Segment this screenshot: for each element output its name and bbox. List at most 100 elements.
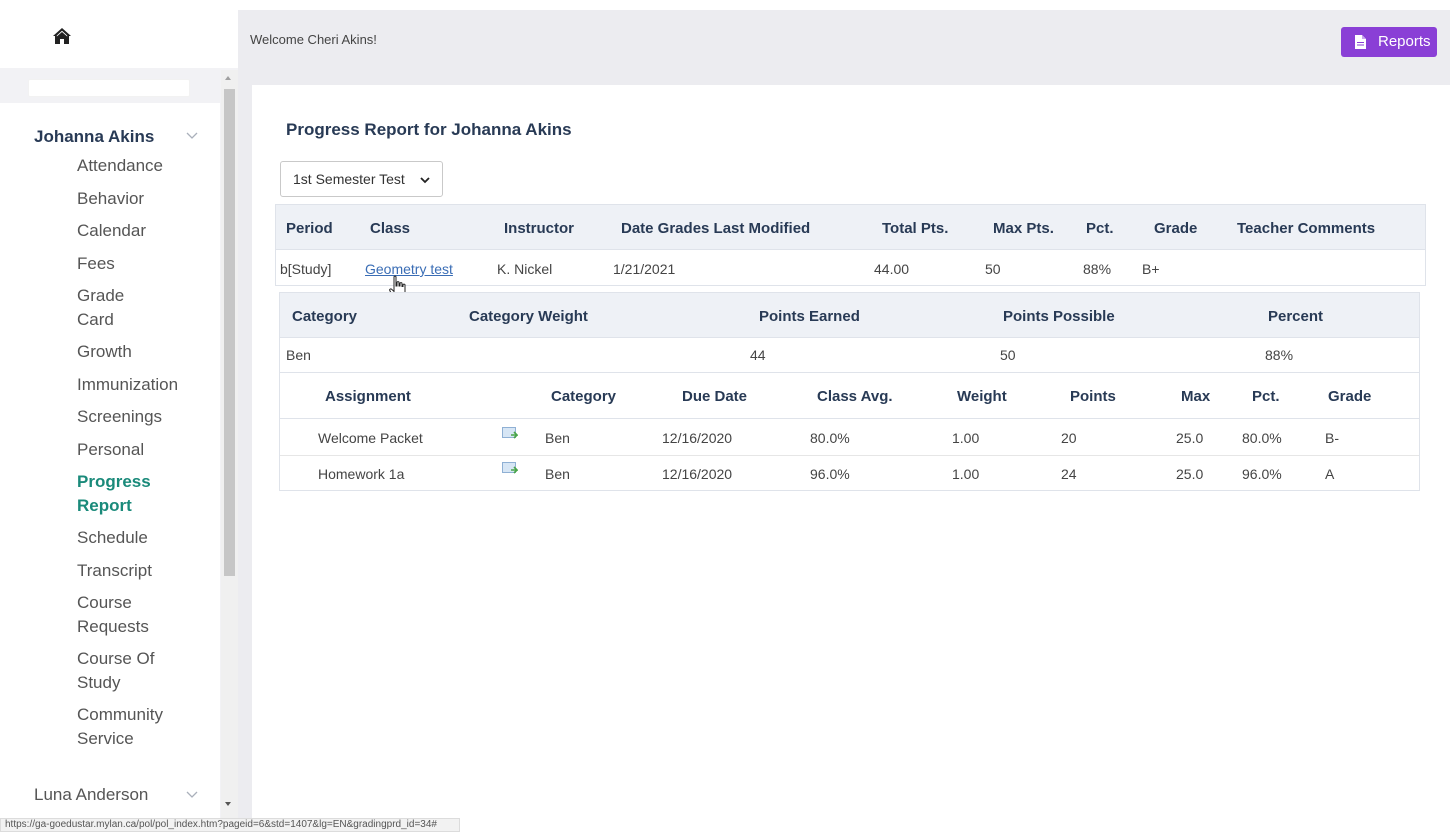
column-header: Period — [286, 220, 333, 237]
column-header: Instructor — [504, 220, 575, 237]
column-header: Points — [1070, 388, 1116, 405]
points-cell: 20 — [1061, 430, 1077, 446]
column-header: Assignment — [325, 388, 411, 405]
sidebar-item-behavior[interactable]: Behavior — [77, 187, 217, 211]
assignment-name-cell: Welcome Packet — [318, 430, 423, 446]
class-avg-cell: 96.0% — [810, 466, 850, 482]
pct-cell: 96.0% — [1242, 466, 1282, 482]
points-cell: 24 — [1061, 466, 1077, 482]
percent-cell: 88% — [1083, 261, 1112, 277]
reports-label: Reports — [1378, 33, 1431, 50]
max-cell: 25.0 — [1176, 466, 1204, 482]
student-name[interactable]: Johanna Akins — [34, 127, 154, 147]
assignment-table: Assignment Category Due Date Class Avg. … — [279, 373, 1420, 491]
note-icon[interactable] — [502, 427, 518, 441]
term-select[interactable]: 1st Semester Test — [280, 161, 443, 197]
grade-cell: B+ — [1142, 261, 1160, 277]
column-header: Points Earned — [759, 308, 860, 325]
modified-date-cell: 1/21/2021 — [613, 261, 676, 277]
max-cell: 25.0 — [1176, 430, 1204, 446]
points-earned-cell: 44 — [750, 347, 766, 363]
pct-cell: 80.0% — [1242, 430, 1282, 446]
assignment-name-cell: Homework 1a — [318, 466, 405, 482]
chevron-down-icon[interactable] — [186, 132, 198, 140]
top-header: Welcome Cheri Akins! Reports — [238, 10, 1450, 68]
category-table: Category Category Weight Points Earned P… — [279, 292, 1420, 373]
sidebar-item-calendar[interactable]: Calendar — [77, 219, 217, 243]
document-icon — [1355, 35, 1366, 49]
scroll-down-arrow-icon[interactable] — [225, 802, 231, 806]
welcome-message: Welcome Cheri Akins! — [250, 32, 377, 47]
reports-button[interactable]: Reports — [1341, 27, 1437, 57]
period-cell: b[Study] — [280, 261, 332, 277]
sidebar-item-schedule[interactable]: Schedule — [77, 526, 217, 550]
column-header: Due Date — [682, 388, 748, 405]
table-row: Homework 1a Ben 12/16/2020 96.0% 1.00 24… — [280, 456, 1419, 492]
sidebar-nav: Attendance Behavior Calendar Fees Grade … — [77, 154, 217, 759]
grade-cell: B- — [1325, 430, 1339, 446]
category-name-cell: Ben — [286, 347, 311, 363]
column-header: Category Weight — [469, 308, 588, 325]
column-header: Class — [370, 220, 411, 237]
sidebar-item-grade-card[interactable]: Grade Card — [77, 284, 137, 331]
scroll-up-arrow-icon[interactable] — [225, 76, 231, 80]
sidebar-scrollbar[interactable] — [221, 70, 238, 820]
class-table-header: Period Class Instructor Date Grades Last… — [276, 205, 1425, 250]
sidebar-item-transcript[interactable]: Transcript — [77, 559, 217, 583]
column-header: Pct. — [1086, 220, 1114, 237]
class-table: Period Class Instructor Date Grades Last… — [275, 204, 1426, 286]
sidebar-item-fees[interactable]: Fees — [77, 252, 217, 276]
weight-cell: 1.00 — [952, 466, 980, 482]
sidebar-item-personal[interactable]: Personal — [77, 438, 217, 462]
total-points-cell: 44.00 — [874, 261, 910, 277]
sidebar-item-immunization[interactable]: Immunization — [77, 373, 217, 397]
chevron-down-icon[interactable] — [186, 791, 198, 799]
other-student-name[interactable]: Luna Anderson — [34, 785, 148, 805]
assignment-table-header: Assignment Category Due Date Class Avg. … — [280, 373, 1419, 419]
max-points-cell: 50 — [985, 261, 1001, 277]
due-date-cell: 12/16/2020 — [662, 430, 733, 446]
column-header: Pct. — [1252, 388, 1280, 405]
weight-cell: 1.00 — [952, 430, 980, 446]
term-select-value: 1st Semester Test — [293, 171, 405, 187]
column-header: Category — [292, 308, 358, 325]
sidebar-item-course-requests[interactable]: Course Requests — [77, 591, 157, 638]
percent-cell: 88% — [1265, 347, 1294, 363]
column-header: Total Pts. — [882, 220, 949, 237]
sidebar-search-input[interactable] — [28, 79, 190, 97]
points-possible-cell: 50 — [1000, 347, 1016, 363]
class-avg-cell: 80.0% — [810, 430, 850, 446]
sidebar-item-community-service[interactable]: Community Service — [77, 703, 187, 750]
table-row: Welcome Packet Ben 12/16/2020 80.0% 1.00… — [280, 420, 1419, 456]
instructor-cell: K. Nickel — [497, 261, 553, 277]
column-header: Percent — [1268, 308, 1324, 325]
class-link[interactable]: Geometry test — [365, 261, 453, 277]
home-icon — [53, 28, 71, 44]
grade-cell: A — [1325, 466, 1335, 482]
status-bar-url: https://ga-goedustar.mylan.ca/pol/pol_in… — [0, 818, 460, 832]
column-header: Max — [1181, 388, 1211, 405]
page-title: Progress Report for Johanna Akins — [286, 120, 572, 139]
category-table-header: Category Category Weight Points Earned P… — [280, 293, 1419, 338]
column-header: Max Pts. — [993, 220, 1054, 237]
column-header: Weight — [957, 388, 1007, 405]
column-header: Date Grades Last Modified — [621, 220, 811, 237]
column-header: Class Avg. — [817, 388, 893, 405]
column-header: Category — [551, 388, 617, 405]
sidebar-item-course-of-study[interactable]: Course Of Study — [77, 647, 157, 694]
column-header: Grade — [1328, 388, 1372, 405]
sidebar-item-screenings[interactable]: Screenings — [77, 405, 217, 429]
sidebar-item-growth[interactable]: Growth — [77, 340, 217, 364]
home-button[interactable] — [0, 0, 238, 68]
sidebar-item-attendance[interactable]: Attendance — [77, 154, 217, 178]
app: Johanna Akins Attendance Behavior Calend… — [0, 0, 1450, 832]
sidebar-item-progress-report[interactable]: Progress Report — [77, 470, 167, 517]
scroll-thumb[interactable] — [224, 89, 235, 576]
category-cell: Ben — [545, 430, 570, 446]
column-header: Grade — [1154, 220, 1198, 237]
column-header: Teacher Comments — [1237, 220, 1376, 237]
note-icon[interactable] — [502, 462, 518, 476]
due-date-cell: 12/16/2020 — [662, 466, 733, 482]
category-cell: Ben — [545, 466, 570, 482]
chevron-down-icon — [420, 177, 430, 184]
